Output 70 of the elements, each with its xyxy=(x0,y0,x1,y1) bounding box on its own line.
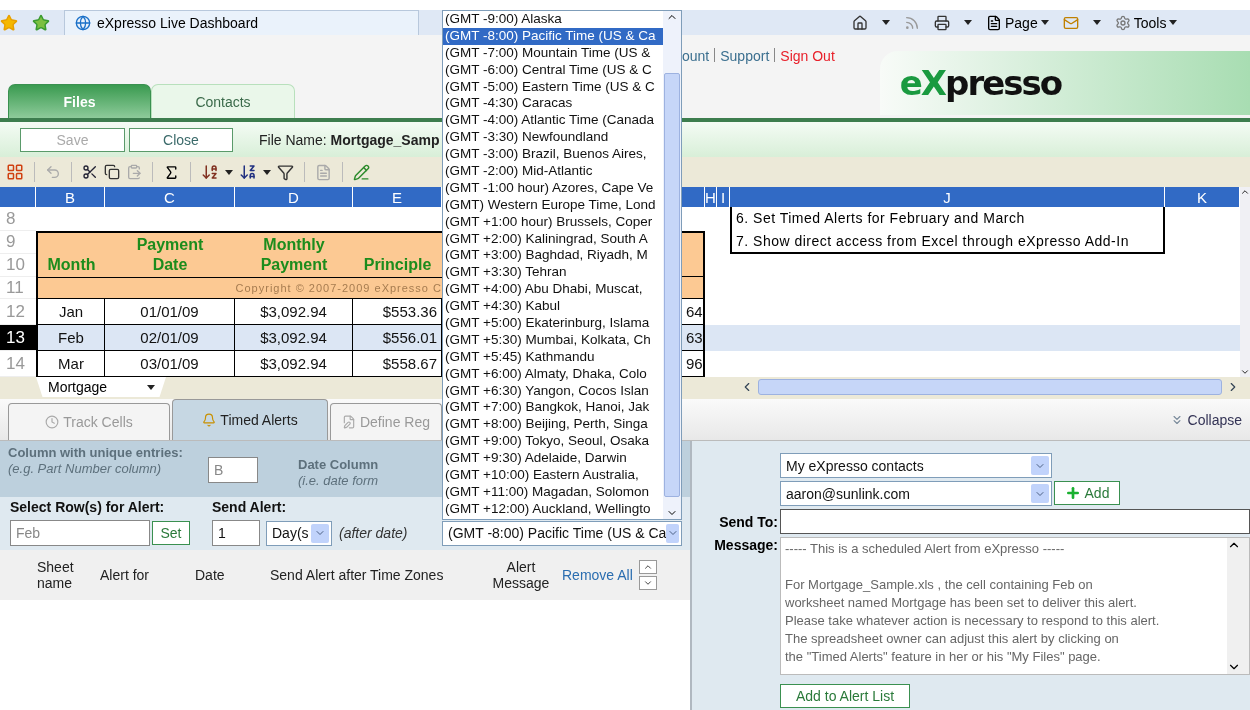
file-name-label: File Name: Mortgage_Samp xyxy=(259,131,440,148)
rows-field[interactable]: Feb xyxy=(10,520,150,546)
table-header: Payment Date xyxy=(105,231,235,277)
collapse-button[interactable]: Collapse xyxy=(1163,410,1248,429)
message-label: Message: xyxy=(713,537,779,553)
table-cell: 63 xyxy=(682,325,705,351)
note-text: 7. Show direct access from Excel through eXpresso Add-In xyxy=(736,232,1130,249)
sheet-tab[interactable]: Mortgage xyxy=(36,377,166,397)
after-date-label: (after date) xyxy=(339,525,408,541)
table-cell: 01/01/09 xyxy=(105,299,235,325)
browser-tab[interactable]: eXpresso Live Dashboard xyxy=(64,10,419,35)
remove-all-link[interactable]: Remove All xyxy=(562,567,633,583)
table-cell: $553.36 xyxy=(353,299,442,325)
tools-menu[interactable]: Tools xyxy=(1114,14,1178,31)
table-cell: $3,092.94 xyxy=(235,351,353,377)
contacts-select[interactable]: My eXpresso contacts xyxy=(780,453,1052,478)
table-cell: 02/01/09 xyxy=(105,325,235,351)
table-cell: Feb xyxy=(36,325,105,351)
set-button[interactable]: Set xyxy=(152,521,190,545)
table-cell: Mar xyxy=(36,351,105,377)
table-cell: $558.67 xyxy=(353,351,442,377)
table-header: Date xyxy=(195,567,226,583)
column-label: Column with unique entries: (e.g. Part Number column) xyxy=(8,445,184,478)
column-header: I xyxy=(717,187,730,207)
sign-out-link[interactable]: Sign Out xyxy=(780,48,835,64)
table-cell: $556.01 xyxy=(353,325,442,351)
unit-select[interactable]: Day(s xyxy=(266,520,332,546)
main-tab[interactable]: Contacts xyxy=(151,84,295,118)
table-header: Principle xyxy=(353,231,442,277)
expresso-logo: eXpresso xyxy=(899,63,1062,103)
table-cell: 64 xyxy=(682,299,705,325)
sheet-tab-label: Mortgage xyxy=(48,379,108,395)
date-column-label: Date Column (i.e. date form xyxy=(297,457,380,490)
table-header: Monthly Payment xyxy=(235,231,353,277)
offset-field[interactable]: 1 xyxy=(212,520,260,546)
select-rows-label: Select Row(s) for Alert: xyxy=(10,499,166,515)
note-text: 6. Set Timed Alerts for February and March xyxy=(736,210,1026,227)
table-header: Alert for xyxy=(100,567,150,583)
table-header: Month xyxy=(36,231,105,277)
copyright-text: Copyright © 2007-2009 eXpresso C xyxy=(36,277,442,299)
header-link[interactable]: ount xyxy=(682,48,710,64)
table-cell: 96 xyxy=(682,351,705,377)
table-cell: Jan xyxy=(36,299,105,325)
panel-tab[interactable]: Timed Alerts xyxy=(172,399,328,440)
column-header: H xyxy=(705,187,717,207)
timezone-select[interactable]: (GMT -8:00) Pacific Time (US & Ca xyxy=(442,520,682,546)
table-cell: 03/01/09 xyxy=(105,351,235,377)
row-number: 13 xyxy=(0,325,36,351)
add-button[interactable]: Add xyxy=(1054,481,1120,505)
send-to-label: Send To: xyxy=(718,513,779,530)
table-header: Sheet name xyxy=(36,559,75,591)
column-field[interactable]: B xyxy=(208,457,258,483)
column-header: D xyxy=(235,187,353,207)
add-to-alert-list-button[interactable]: Add to Alert List xyxy=(780,684,910,708)
table-cell: $3,092.94 xyxy=(235,299,353,325)
column-header: B xyxy=(36,187,105,207)
table-header: Alert Message xyxy=(491,559,551,591)
send-alert-label: Send Alert: xyxy=(212,499,287,515)
close-button[interactable]: Close xyxy=(129,127,233,152)
table-cell: $3,092.94 xyxy=(235,325,353,351)
header-link[interactable]: Support xyxy=(720,48,770,64)
table-header: Send Alert after xyxy=(270,567,368,583)
column-header: C xyxy=(105,187,235,207)
column-header: J xyxy=(730,187,1165,207)
column-header: K xyxy=(1165,187,1240,207)
message-text: ----- This is a scheduled Alert from eXpresso ----- For Mortgage_Sample.xls , the cell containing Feb on worksheet named Mortgage has been set to deliver this alert. Please take whatever action is necessary to respond to this alert. The spreadsheet owner can adjust this alert by clicking on the "Timed Alerts" feature in her or his "My Files" page. xyxy=(784,540,1161,666)
column-header: E xyxy=(353,187,442,207)
page-menu[interactable]: Page xyxy=(986,14,1049,31)
table-header: Time Zones xyxy=(370,567,445,583)
email-select[interactable]: aaron@sunlink.com xyxy=(780,481,1052,506)
